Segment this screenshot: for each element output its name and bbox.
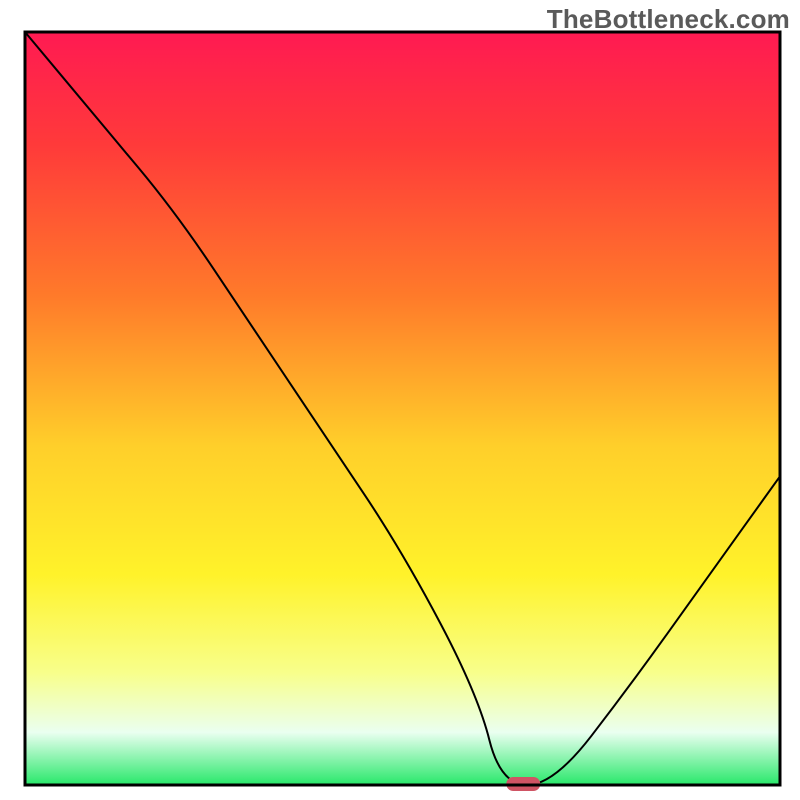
chart-background [25,32,780,785]
bottleneck-chart [0,0,800,800]
